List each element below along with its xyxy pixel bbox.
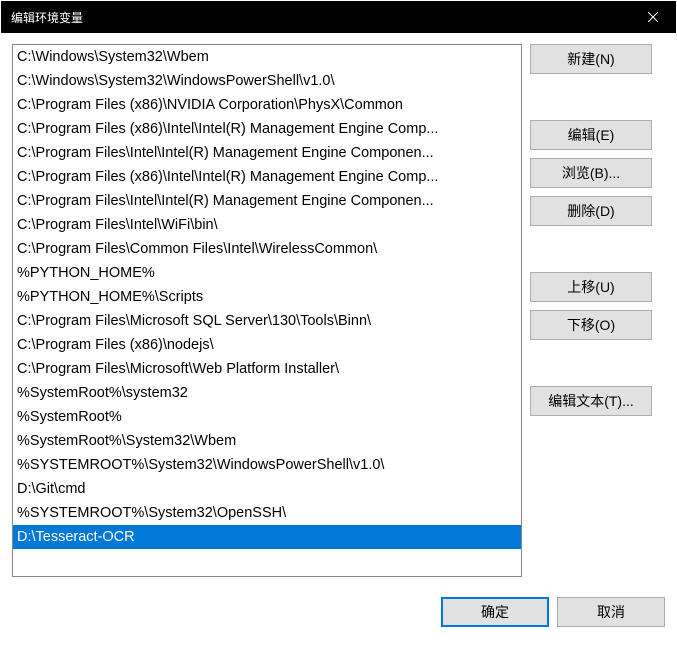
movedown-button[interactable]: 下移(O) — [530, 310, 652, 340]
list-item[interactable]: C:\Windows\System32\Wbem — [13, 45, 521, 69]
list-item[interactable]: %SystemRoot%\System32\Wbem — [13, 429, 521, 453]
list-item[interactable]: %SystemRoot% — [13, 405, 521, 429]
list-item[interactable]: %SystemRoot%\system32 — [13, 381, 521, 405]
browse-button[interactable]: 浏览(B)... — [530, 158, 652, 188]
dialog-window: 编辑环境变量 C:\Windows\System32\WbemC:\Window… — [0, 0, 677, 664]
dialog-body: C:\Windows\System32\WbemC:\Windows\Syste… — [1, 33, 676, 663]
list-item[interactable]: D:\Git\cmd — [13, 477, 521, 501]
edittext-button[interactable]: 编辑文本(T)... — [530, 386, 652, 416]
side-buttons: 新建(N) 编辑(E) 浏览(B)... 删除(D) 上移(U) 下移(O) 编… — [530, 44, 652, 416]
close-icon — [648, 12, 658, 22]
new-button[interactable]: 新建(N) — [530, 44, 652, 74]
list-item[interactable]: %SYSTEMROOT%\System32\WindowsPowerShell\… — [13, 453, 521, 477]
ok-button[interactable]: 确定 — [441, 597, 549, 627]
list-item[interactable]: C:\Program Files (x86)\Intel\Intel(R) Ma… — [13, 117, 521, 141]
footer: 确定 取消 — [12, 597, 665, 627]
list-item[interactable]: C:\Program Files (x86)\nodejs\ — [13, 333, 521, 357]
list-item[interactable]: C:\Windows\System32\WindowsPowerShell\v1… — [13, 69, 521, 93]
list-item[interactable]: D:\Tesseract-OCR — [13, 525, 521, 549]
list-item[interactable]: C:\Program Files\Microsoft SQL Server\13… — [13, 309, 521, 333]
list-item[interactable]: %SYSTEMROOT%\System32\OpenSSH\ — [13, 501, 521, 525]
path-listbox[interactable]: C:\Windows\System32\WbemC:\Windows\Syste… — [12, 44, 522, 577]
cancel-button[interactable]: 取消 — [557, 597, 665, 627]
window-title: 编辑环境变量 — [11, 9, 83, 26]
list-item[interactable]: %PYTHON_HOME% — [13, 261, 521, 285]
moveup-button[interactable]: 上移(U) — [530, 272, 652, 302]
list-item[interactable]: C:\Program Files\Microsoft\Web Platform … — [13, 357, 521, 381]
edit-button[interactable]: 编辑(E) — [530, 120, 652, 150]
delete-button[interactable]: 删除(D) — [530, 196, 652, 226]
close-button[interactable] — [630, 1, 676, 33]
list-item[interactable]: C:\Program Files\Intel\Intel(R) Manageme… — [13, 189, 521, 213]
content-row: C:\Windows\System32\WbemC:\Windows\Syste… — [12, 44, 665, 577]
list-item[interactable]: C:\Program Files\Intel\WiFi\bin\ — [13, 213, 521, 237]
list-item[interactable]: C:\Program Files (x86)\Intel\Intel(R) Ma… — [13, 165, 521, 189]
list-item[interactable]: C:\Program Files (x86)\NVIDIA Corporatio… — [13, 93, 521, 117]
list-item[interactable]: C:\Program Files\Intel\Intel(R) Manageme… — [13, 141, 521, 165]
list-item[interactable]: %PYTHON_HOME%\Scripts — [13, 285, 521, 309]
titlebar: 编辑环境变量 — [1, 1, 676, 33]
list-item[interactable]: C:\Program Files\Common Files\Intel\Wire… — [13, 237, 521, 261]
